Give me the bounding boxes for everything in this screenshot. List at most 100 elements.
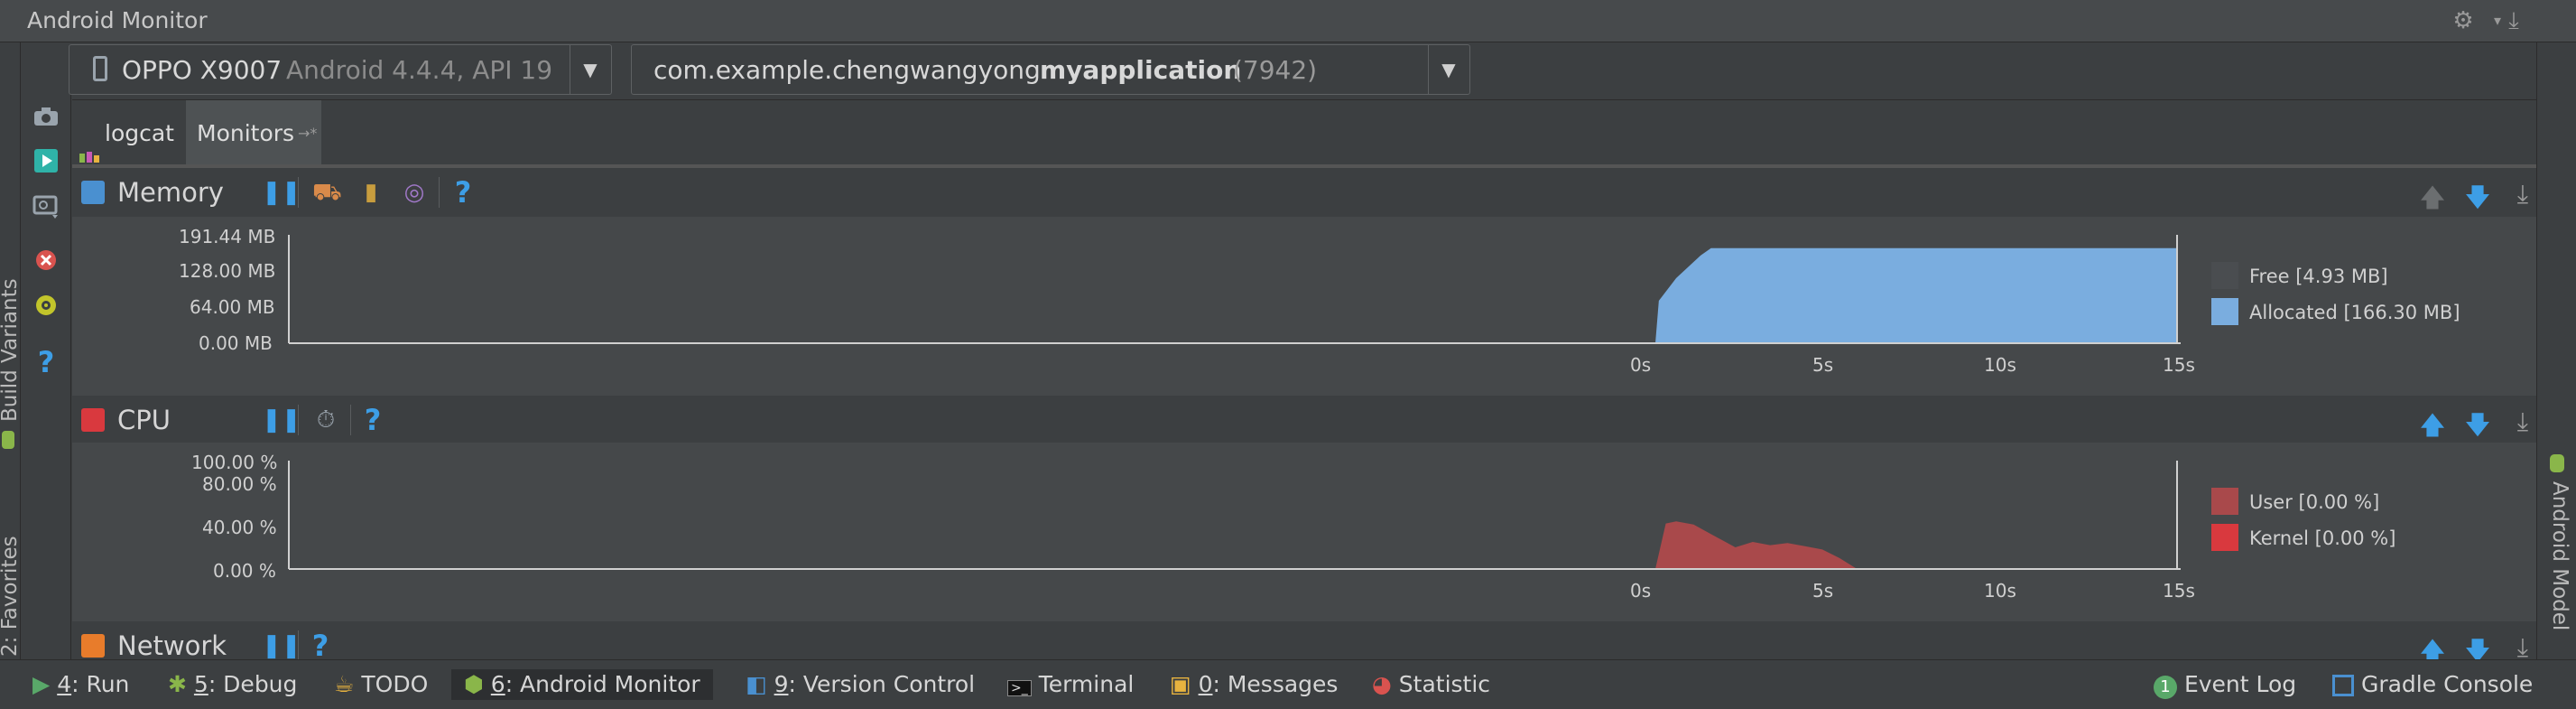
process-package-app: myapplication [1040, 55, 1242, 85]
messages-label: : Messages [1212, 671, 1339, 697]
method-tracing-icon[interactable]: ⏱ [312, 406, 339, 434]
move-down-icon[interactable]: 🡇 [2464, 179, 2491, 222]
minimize-icon[interactable]: ⤓ [2509, 632, 2536, 659]
android-model-tab-wrap: Android Model [2546, 481, 2573, 680]
memory-chart-panel: 191.44 MB 128.00 MB 64.00 MB 0.00 MB 0s … [72, 217, 2536, 396]
x-tick-label: 10s [1984, 354, 2016, 376]
device-name: OPPO X9007 [122, 55, 283, 85]
monitor-tabs: logcat Monitors →* [72, 99, 2536, 167]
x-tick-label: 5s [1812, 354, 1834, 376]
x-tick-label: 0s [1630, 354, 1652, 376]
process-package-prefix: com.example.chengwangyong. [653, 55, 1049, 85]
favorites-tab[interactable]: 2: Favorites [0, 536, 22, 657]
statistic-icon: ◕ [1372, 671, 1392, 697]
event-log-badge: 1 [2154, 676, 2177, 699]
bottom-tab-statistic[interactable]: ◕ Statistic [1372, 669, 1490, 700]
network-title: Network [117, 630, 227, 659]
help-icon[interactable]: ? [307, 631, 334, 659]
legend-allocated: Allocated [166.30 MB] [2249, 302, 2460, 323]
bottom-tab-debug[interactable]: ✱ 5: Debug [168, 669, 297, 700]
right-tool-window-strip: Android Model [2536, 42, 2576, 659]
minimize-icon[interactable]: ⤓ [2509, 406, 2536, 437]
process-pid: (7942) [1233, 55, 1318, 85]
pause-icon[interactable]: ❚❚ [262, 632, 301, 659]
build-variants-tab[interactable]: Build Variants [0, 278, 22, 422]
bottom-tab-version-control[interactable]: ◧ 9: Version Control [746, 669, 975, 700]
help-icon[interactable]: ? [29, 345, 63, 379]
gradle-console-button[interactable]: Gradle Console [2332, 669, 2533, 700]
bottom-tab-android-monitor[interactable]: ⬢ 6: Android Monitor [451, 669, 713, 700]
chevron-down-icon[interactable]: ▼ [1428, 45, 1469, 94]
system-info-icon[interactable] [29, 193, 63, 228]
toolbar-separator [298, 630, 299, 659]
toolbar-separator [439, 177, 440, 208]
window-title: Android Monitor [27, 7, 208, 33]
tab-logcat[interactable]: logcat [72, 100, 184, 167]
logcat-icon [79, 126, 99, 163]
toolbar-separator [350, 405, 351, 435]
legend-kernel: Kernel [0.00 %] [2249, 527, 2396, 549]
terminal-label: Terminal [1038, 671, 1135, 697]
gc-truck-icon[interactable]: ⛟ [312, 179, 342, 206]
bottom-tab-run[interactable]: ▶ 4: Run [32, 669, 129, 700]
network-header: Network ❚❚ ? 🡅 🡇 ⤓ [72, 621, 2536, 659]
legend-user-swatch [2211, 488, 2238, 515]
help-icon[interactable]: ? [359, 406, 386, 434]
debug-label: : Debug [208, 671, 298, 697]
cpu-header: CPU ❚❚ ⏱ ? 🡅 🡇 ⤓ [72, 396, 2536, 446]
tab-monitors[interactable]: Monitors →* [186, 100, 321, 167]
bottom-tab-terminal[interactable]: >_ Terminal [1007, 669, 1134, 700]
tool-window-bar: ▶ 4: Run ✱ 5: Debug ☕ TODO ⬢ 6: Android … [0, 659, 2576, 709]
tab-monitors-label: Monitors [197, 120, 295, 146]
bottom-tab-todo[interactable]: ☕ TODO [334, 669, 428, 700]
move-down-icon[interactable]: 🡇 [2464, 632, 2491, 659]
event-log-button[interactable]: 1 Event Log [2154, 669, 2296, 700]
android-icon: ⬢ [464, 671, 484, 697]
screen-record-icon[interactable] [29, 148, 63, 182]
screenshot-icon[interactable] [29, 103, 63, 137]
memory-header: Memory ❚❚ ⛟ ▮ ◎ ? 🡅 🡇 ⤓ [72, 168, 2536, 219]
todo-label: TODO [361, 671, 429, 697]
gpu-render-icon[interactable] [29, 293, 63, 327]
legend-allocated-swatch [2211, 298, 2238, 325]
allocation-tracking-icon[interactable]: ◎ [401, 179, 428, 206]
toolbar-separator [298, 405, 299, 435]
chevron-down-icon[interactable]: ▼ [570, 45, 610, 94]
run-icon: ▶ [32, 671, 51, 697]
bug-icon: ✱ [168, 671, 187, 697]
toolbar-separator [298, 177, 299, 208]
android-monitor-shortcut: 6 [490, 671, 505, 697]
x-tick-label: 0s [1630, 580, 1652, 602]
legend-free: Free [4.93 MB] [2249, 266, 2388, 287]
run-label: : Run [71, 671, 130, 697]
x-tick-label: 15s [2163, 354, 2195, 376]
monitor-toolbar: ? [22, 90, 71, 659]
android-model-tab[interactable]: Android Model [2548, 481, 2571, 630]
hide-panel-icon[interactable]: ⤓ [2500, 7, 2527, 34]
process-selector[interactable]: com.example.chengwangyong. myapplication… [631, 44, 1470, 95]
event-log-label: Event Log [2183, 671, 2297, 697]
move-up-icon[interactable]: 🡅 [2419, 179, 2446, 222]
pause-icon[interactable]: ❚❚ [262, 179, 301, 206]
bottom-tab-messages[interactable]: ▣ 0: Messages [1170, 669, 1338, 700]
title-bar: Android Monitor ⚙ ▾ ⤓ [0, 0, 2576, 42]
terminal-icon: >_ [1007, 680, 1032, 696]
move-up-icon[interactable]: 🡅 [2419, 632, 2446, 659]
minimize-icon[interactable]: ⤓ [2509, 179, 2536, 210]
x-tick-label: 10s [1984, 580, 2016, 602]
x-tick-label: 5s [1812, 580, 1834, 602]
network-monitor-icon [81, 634, 105, 658]
terminate-app-icon[interactable] [29, 247, 63, 282]
cpu-monitor-icon [81, 408, 105, 432]
cpu-chart-panel: 100.00 % 80.00 % 40.00 % 0.00 % 0s 5s 10… [72, 443, 2536, 621]
todo-icon: ☕ [334, 671, 355, 697]
legend-user: User [0.00 %] [2249, 491, 2380, 513]
android-model-icon [2550, 454, 2564, 472]
x-tick-label: 15s [2163, 580, 2195, 602]
help-icon[interactable]: ? [449, 178, 477, 207]
gear-icon[interactable]: ⚙ [2450, 7, 2477, 34]
dump-java-heap-icon[interactable]: ▮ [357, 179, 385, 206]
pause-icon[interactable]: ❚❚ [262, 406, 301, 434]
tab-monitors-pin[interactable]: →* [298, 100, 317, 167]
device-selector[interactable]: OPPO X9007 Android 4.4.4, API 19 ▼ [69, 44, 612, 95]
